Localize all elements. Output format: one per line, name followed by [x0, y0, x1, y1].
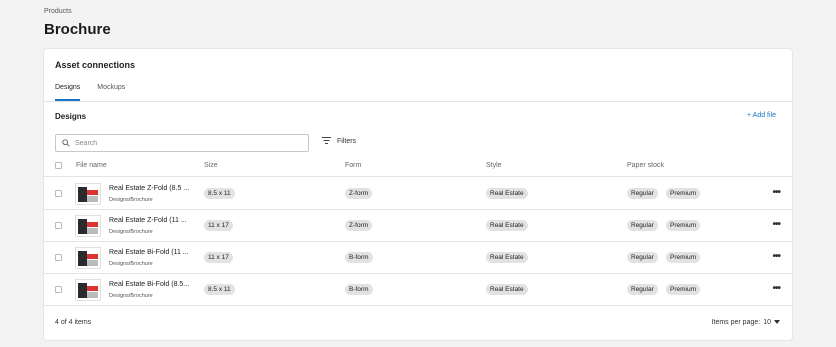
file-path: Designs/Brochure: [109, 197, 153, 203]
column-header-form[interactable]: Form: [345, 162, 361, 169]
select-all-checkbox[interactable]: [55, 162, 62, 169]
size-badge: 8.5 x 11: [204, 284, 235, 295]
paper-badge-regular: Regular: [627, 188, 658, 199]
asset-connections-card: Asset connections Designs Mockups Design…: [44, 49, 792, 340]
style-badge: Real Estate: [486, 188, 528, 199]
table-header: File name Size Form Style Paper stock: [44, 157, 792, 177]
search-icon: [62, 134, 70, 152]
page-title: Brochure: [44, 21, 111, 38]
paper-badge-regular: Regular: [627, 220, 658, 231]
search-input[interactable]: [75, 139, 295, 147]
paper-badge-premium: Premium: [666, 284, 701, 295]
form-badge: Z-form: [345, 220, 373, 231]
section-title: Designs: [55, 112, 87, 121]
file-name[interactable]: Real Estate Z-Fold (11 ...: [109, 217, 187, 224]
table-row[interactable]: Real Estate Z-Fold (11 ... Designs/Broch…: [44, 210, 792, 242]
style-badge: Real Estate: [486, 252, 528, 263]
tab-designs[interactable]: Designs: [55, 83, 81, 101]
form-badge: Z-form: [345, 188, 373, 199]
form-badge: B-form: [345, 284, 373, 295]
add-file-button[interactable]: + Add file: [747, 112, 776, 119]
more-options-icon[interactable]: •••: [772, 187, 780, 198]
row-checkbox[interactable]: [55, 222, 62, 229]
filters-label: Filters: [337, 138, 357, 145]
more-options-icon[interactable]: •••: [772, 219, 780, 230]
table-row[interactable]: Real Estate Bi-Fold (11 ... Designs/Broc…: [44, 242, 792, 274]
items-per-page-label: Items per page:: [711, 319, 761, 326]
items-per-page-value: 10: [763, 319, 771, 326]
tab-bar: Designs Mockups: [55, 83, 125, 101]
item-count: 4 of 4 items: [55, 319, 92, 326]
paper-badge-regular: Regular: [627, 284, 658, 295]
filter-icon: [322, 137, 331, 146]
file-name[interactable]: Real Estate Bi-Fold (8.5...: [109, 281, 189, 288]
brochure-thumbnail-icon: [75, 279, 101, 301]
table-row[interactable]: Real Estate Bi-Fold (8.5... Designs/Broc…: [44, 274, 792, 306]
file-path: Designs/Brochure: [109, 293, 153, 299]
paper-badge-premium: Premium: [666, 220, 701, 231]
file-path: Designs/Brochure: [109, 229, 153, 235]
column-header-file-name[interactable]: File name: [76, 162, 107, 169]
row-checkbox[interactable]: [55, 286, 62, 293]
tabs-divider: [44, 101, 792, 102]
file-name[interactable]: Real Estate Z-Fold (8.5 ...: [109, 185, 189, 192]
brochure-thumbnail-icon: [75, 183, 101, 205]
tab-mockups[interactable]: Mockups: [97, 83, 125, 101]
column-header-paper-stock[interactable]: Paper stock: [627, 162, 664, 169]
paper-badge-regular: Regular: [627, 252, 658, 263]
form-badge: B-form: [345, 252, 373, 263]
search-field[interactable]: [55, 134, 309, 152]
items-per-page-select[interactable]: 10: [763, 319, 780, 326]
size-badge: 11 x 17: [204, 220, 233, 231]
paper-badge-premium: Premium: [666, 252, 701, 263]
paper-badge-premium: Premium: [666, 188, 701, 199]
brochure-thumbnail-icon: [75, 247, 101, 269]
card-title: Asset connections: [55, 60, 136, 70]
brochure-thumbnail-icon: [75, 215, 101, 237]
style-badge: Real Estate: [486, 284, 528, 295]
file-name[interactable]: Real Estate Bi-Fold (11 ...: [109, 249, 189, 256]
table-row[interactable]: Real Estate Z-Fold (8.5 ... Designs/Broc…: [44, 178, 792, 210]
more-options-icon[interactable]: •••: [772, 283, 780, 294]
caret-down-icon: [774, 320, 780, 324]
file-path: Designs/Brochure: [109, 261, 153, 267]
size-badge: 11 x 17: [204, 252, 233, 263]
row-checkbox[interactable]: [55, 254, 62, 261]
style-badge: Real Estate: [486, 220, 528, 231]
more-options-icon[interactable]: •••: [772, 251, 780, 262]
column-header-style[interactable]: Style: [486, 162, 502, 169]
breadcrumb[interactable]: Products: [44, 8, 72, 15]
items-per-page: Items per page: 10: [712, 319, 780, 326]
column-header-size[interactable]: Size: [204, 162, 218, 169]
filters-button[interactable]: Filters: [322, 137, 356, 146]
size-badge: 8.5 x 11: [204, 188, 235, 199]
row-checkbox[interactable]: [55, 190, 62, 197]
